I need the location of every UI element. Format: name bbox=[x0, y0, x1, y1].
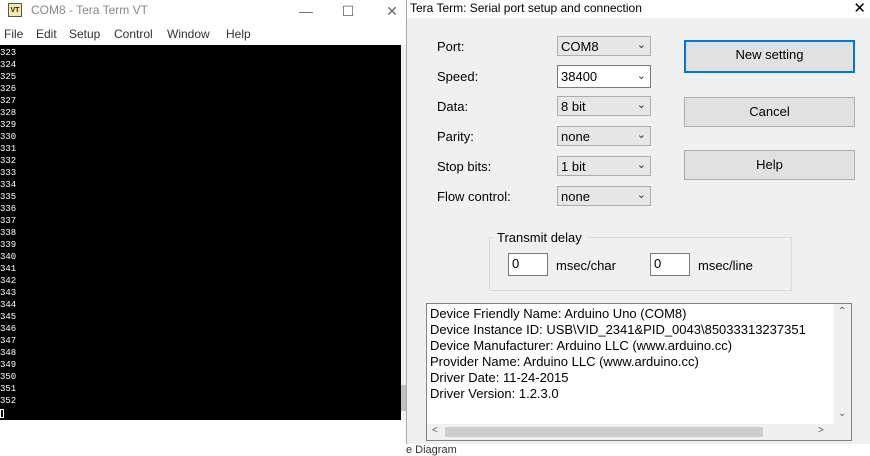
speed-value: 38400 bbox=[561, 69, 598, 84]
port-value: COM8 bbox=[561, 39, 599, 54]
terminal-line: 331 bbox=[0, 144, 17, 154]
msec-line-input[interactable]: 0 bbox=[650, 253, 690, 276]
terminal-line: 332 bbox=[0, 156, 17, 166]
terminal-line: 323 bbox=[0, 48, 17, 58]
menu-file[interactable]: File bbox=[4, 27, 23, 41]
flow-control-value: none bbox=[561, 189, 590, 204]
speed-label: Speed: bbox=[437, 69, 479, 84]
driver-date: Driver Date: 11-24-2015 bbox=[430, 370, 569, 385]
info-horizontal-scrollbar[interactable]: < > bbox=[427, 424, 851, 440]
terminal-line: 349 bbox=[0, 360, 17, 370]
cancel-button[interactable]: Cancel bbox=[684, 97, 855, 127]
minimize-icon[interactable]: — bbox=[284, 0, 328, 22]
dialog-title-bar[interactable]: Tera Term: Serial port setup and connect… bbox=[407, 0, 870, 18]
menu-bar: File Edit Setup Control Window Help bbox=[0, 23, 406, 45]
terminal-line: 343 bbox=[0, 288, 17, 298]
port-label: Port: bbox=[437, 39, 465, 54]
tera-term-main-window: VT COM8 - Tera Term VT — ☐ ✕ File Edit S… bbox=[0, 0, 406, 420]
main-title-bar[interactable]: VT COM8 - Tera Term VT — ☐ ✕ bbox=[0, 0, 406, 22]
maximize-icon[interactable]: ☐ bbox=[326, 0, 370, 22]
terminal-line: 340 bbox=[0, 252, 17, 262]
data-label: Data: bbox=[437, 99, 469, 114]
terminal-cursor bbox=[0, 409, 4, 418]
terminal-line: 339 bbox=[0, 240, 17, 250]
new-setting-button[interactable]: New setting bbox=[684, 40, 855, 73]
data-bits-value: 8 bit bbox=[561, 99, 586, 114]
dialog-title: Tera Term: Serial port setup and connect… bbox=[410, 1, 642, 15]
menu-window[interactable]: Window bbox=[167, 27, 210, 41]
desktop-background bbox=[0, 420, 406, 453]
parity-select[interactable]: none ⌄ bbox=[557, 126, 651, 146]
chevron-down-icon: ⌄ bbox=[636, 70, 646, 82]
terminal-line: 324 bbox=[0, 60, 17, 70]
stop-bits-value: 1 bit bbox=[561, 159, 586, 174]
device-manufacturer: Device Manufacturer: Arduino LLC (www.ar… bbox=[430, 338, 733, 353]
scroll-down-icon[interactable]: ⌄ bbox=[838, 408, 846, 419]
stop-bits-label: Stop bits: bbox=[437, 159, 492, 174]
msec-line-label: msec/line bbox=[698, 258, 753, 273]
msec-char-label: msec/char bbox=[556, 258, 616, 273]
menu-setup[interactable]: Setup bbox=[69, 27, 100, 41]
chevron-down-icon: ⌄ bbox=[636, 159, 646, 171]
tera-term-app-icon[interactable]: VT bbox=[8, 3, 22, 17]
transmit-delay-legend: Transmit delay bbox=[493, 230, 586, 245]
terminal-line: 345 bbox=[0, 312, 17, 322]
terminal-line: 335 bbox=[0, 192, 17, 202]
stop-bits-select[interactable]: 1 bit ⌄ bbox=[557, 156, 651, 176]
terminal-line: 348 bbox=[0, 348, 17, 358]
flow-control-select[interactable]: none ⌄ bbox=[557, 186, 651, 206]
flow-control-label: Flow control: bbox=[437, 189, 511, 204]
terminal-line: 329 bbox=[0, 120, 17, 130]
terminal-line: 351 bbox=[0, 384, 17, 394]
provider-name: Provider Name: Arduino LLC (www.arduino.… bbox=[430, 354, 699, 369]
chevron-down-icon: ⌄ bbox=[636, 129, 646, 141]
menu-help[interactable]: Help bbox=[226, 27, 251, 41]
info-horizontal-scroll-thumb[interactable] bbox=[445, 427, 763, 437]
terminal-line: 337 bbox=[0, 216, 17, 226]
terminal-line: 326 bbox=[0, 84, 17, 94]
main-window-title: COM8 - Tera Term VT bbox=[31, 3, 148, 17]
device-instance-id: Device Instance ID: USB\VID_2341&PID_004… bbox=[430, 322, 806, 337]
terminal-line: 347 bbox=[0, 336, 17, 346]
terminal-line: 346 bbox=[0, 324, 17, 334]
data-bits-select[interactable]: 8 bit ⌄ bbox=[557, 96, 651, 116]
menu-edit[interactable]: Edit bbox=[36, 27, 57, 41]
chevron-down-icon: ⌄ bbox=[636, 189, 646, 201]
terminal-line: 334 bbox=[0, 180, 17, 190]
port-select[interactable]: COM8 ⌄ bbox=[557, 36, 651, 56]
device-friendly-name: Device Friendly Name: Arduino Uno (COM8) bbox=[430, 306, 687, 321]
speed-combobox[interactable]: 38400 ⌄ bbox=[557, 65, 651, 88]
scroll-up-icon[interactable]: ⌃ bbox=[838, 306, 846, 317]
scroll-left-icon[interactable]: < bbox=[432, 425, 438, 436]
driver-version: Driver Version: 1.2.3.0 bbox=[430, 386, 559, 401]
terminal-screen[interactable]: 323 324 325 326 327 328 329 330 331 332 333 334 335 3… bbox=[0, 45, 401, 420]
terminal-line: 338 bbox=[0, 228, 17, 238]
terminal-line: 327 bbox=[0, 96, 17, 106]
terminal-line: 350 bbox=[0, 372, 17, 382]
terminal-line: 325 bbox=[0, 72, 17, 82]
info-vertical-scrollbar[interactable]: ⌃ ⌄ bbox=[834, 304, 851, 424]
terminal-line: 333 bbox=[0, 168, 17, 178]
chevron-down-icon: ⌄ bbox=[636, 99, 646, 111]
terminal-line: 328 bbox=[0, 108, 17, 118]
terminal-line: 330 bbox=[0, 132, 17, 142]
device-info-box[interactable]: Device Friendly Name: Arduino Uno (COM8)… bbox=[426, 303, 852, 441]
parity-value: none bbox=[561, 129, 590, 144]
menu-control[interactable]: Control bbox=[114, 27, 153, 41]
background-window-text: e Diagram bbox=[406, 444, 457, 456]
chevron-down-icon: ⌄ bbox=[636, 39, 646, 51]
parity-label: Parity: bbox=[437, 129, 474, 144]
scroll-right-icon[interactable]: > bbox=[818, 425, 824, 436]
dialog-close-icon[interactable]: ✕ bbox=[853, 0, 866, 18]
msec-char-input[interactable]: 0 bbox=[508, 253, 548, 276]
terminal-line: 341 bbox=[0, 264, 17, 274]
help-button[interactable]: Help bbox=[684, 150, 855, 180]
terminal-line: 336 bbox=[0, 204, 17, 214]
serial-port-setup-dialog: Tera Term: Serial port setup and connect… bbox=[406, 0, 870, 444]
terminal-line: 342 bbox=[0, 276, 17, 286]
terminal-line: 344 bbox=[0, 300, 17, 310]
terminal-line: 352 bbox=[0, 396, 17, 406]
